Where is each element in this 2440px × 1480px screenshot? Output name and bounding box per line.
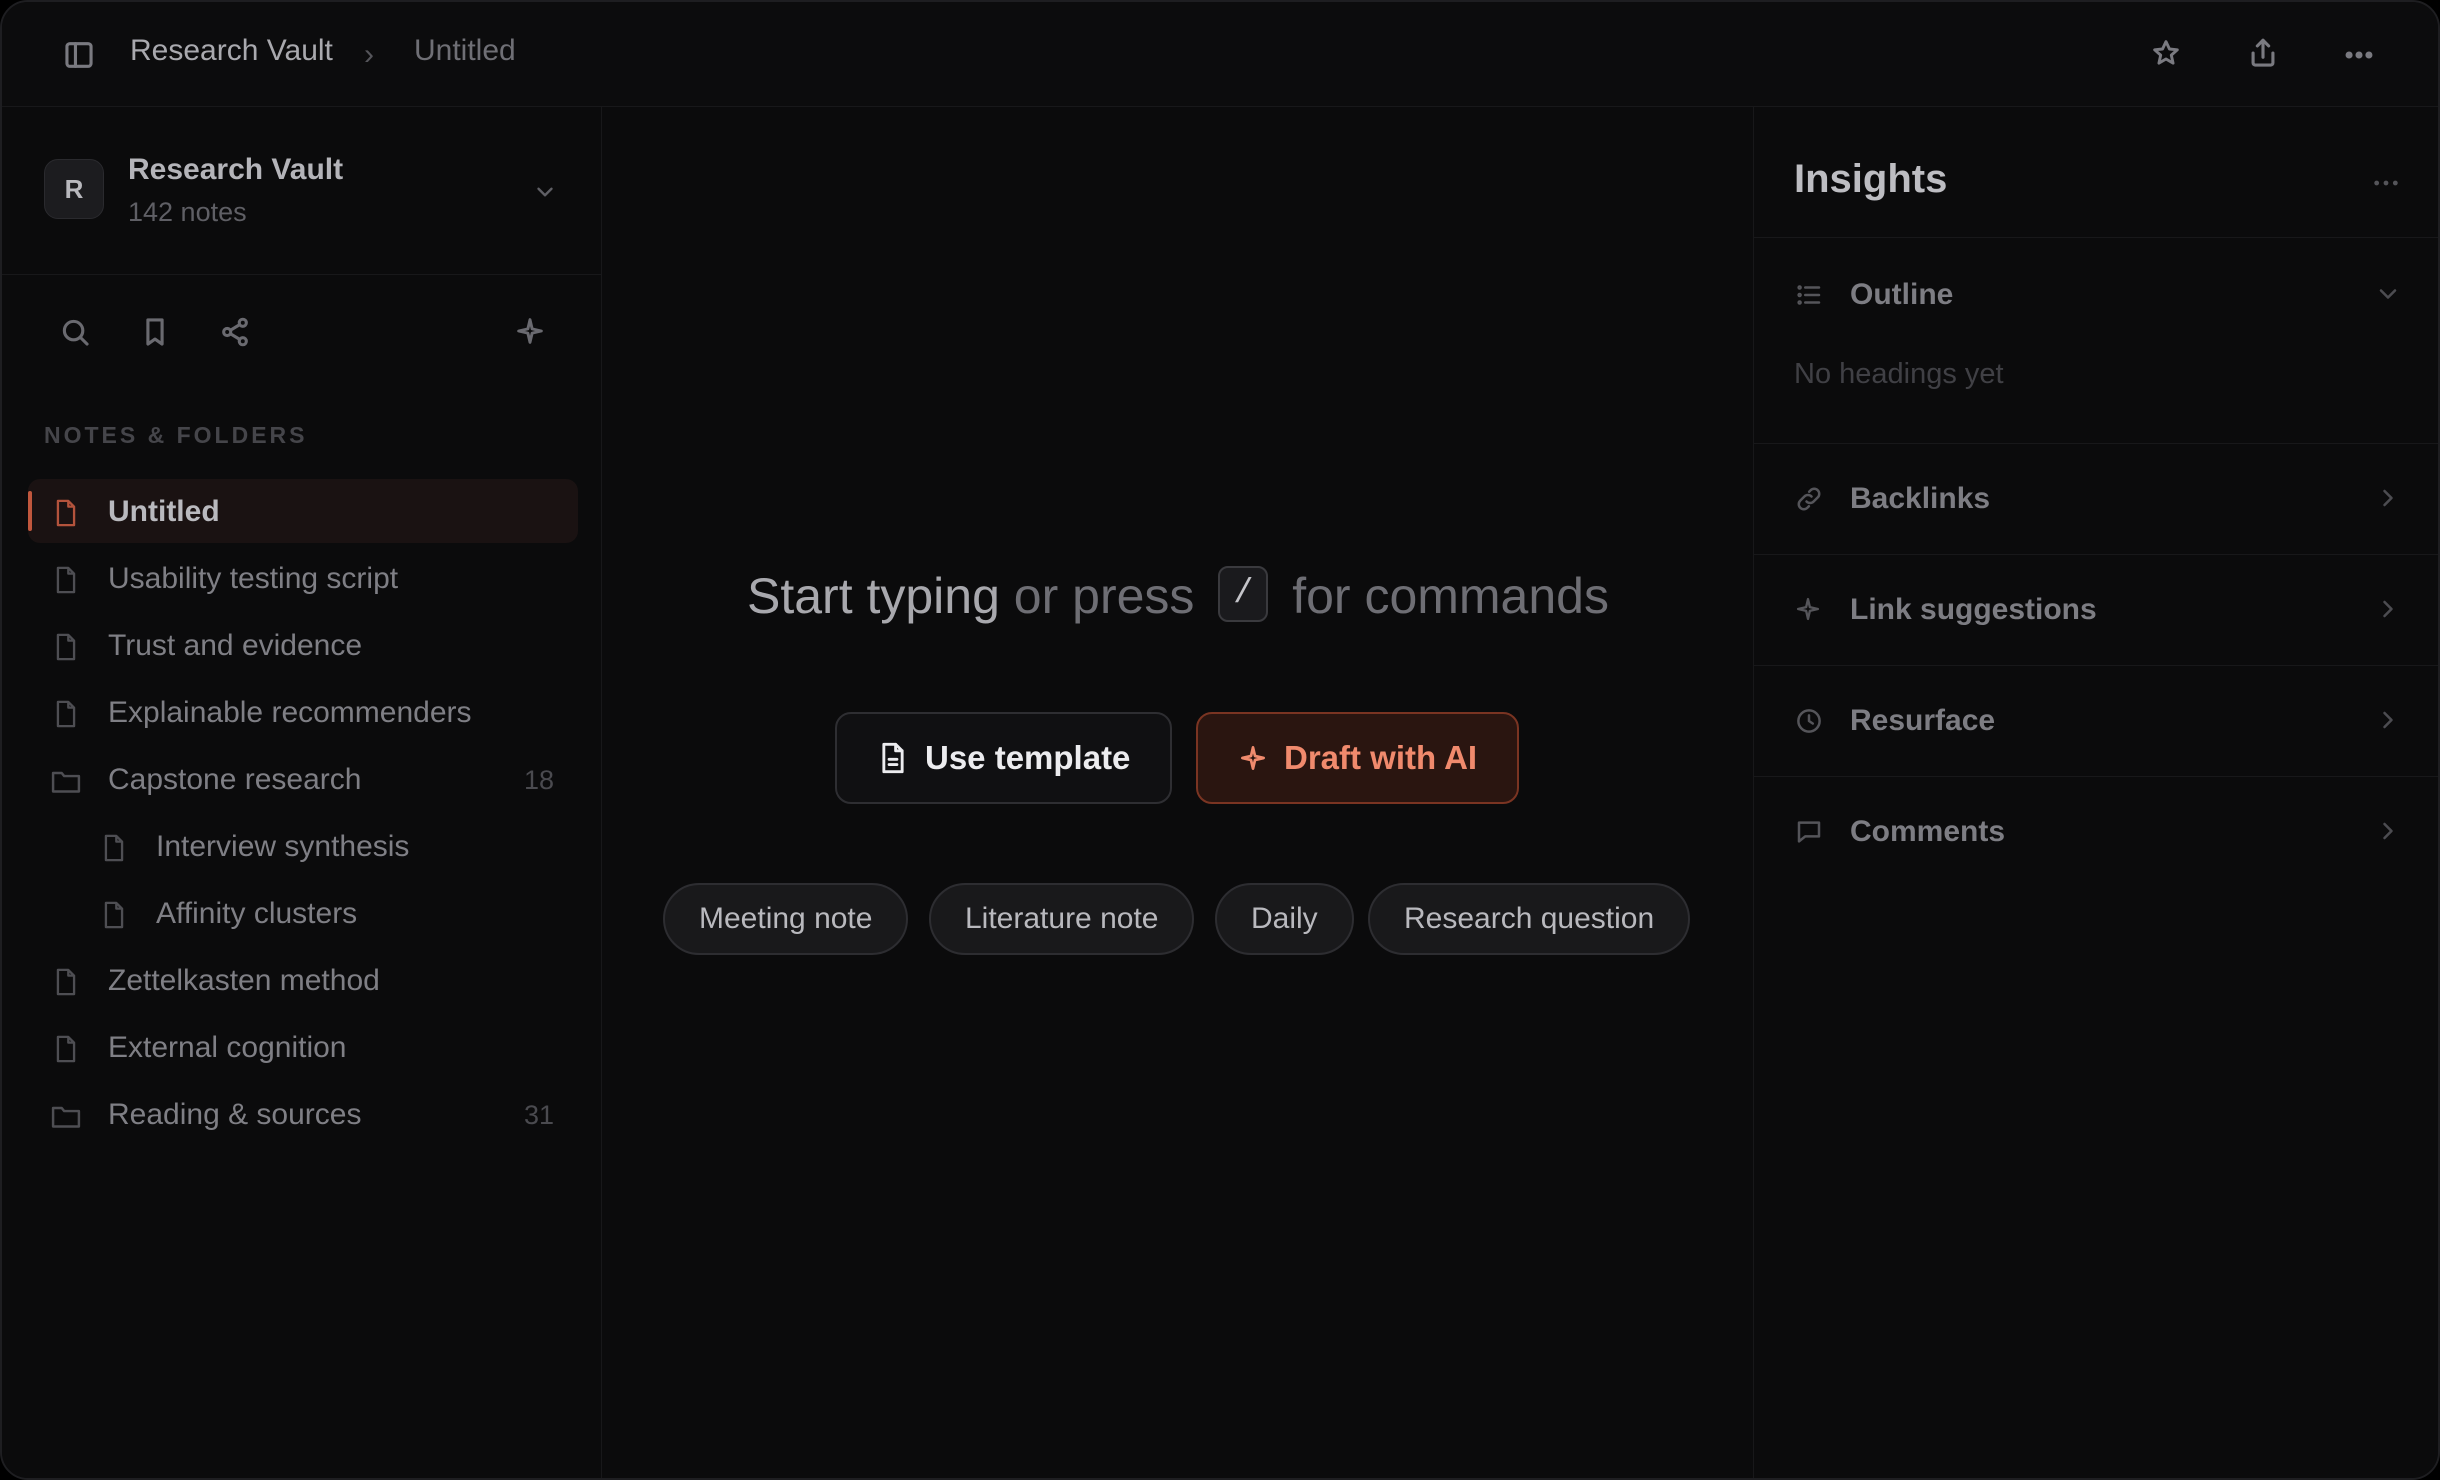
sparkle-icon (1794, 595, 1822, 628)
outline-section: Outline No headings yet (1754, 237, 2438, 443)
use-template-button[interactable]: Use template (835, 712, 1173, 804)
tree-item-label: Interview synthesis (156, 830, 410, 863)
folder-count-badge: 18 (523, 765, 554, 795)
chevron-right-icon[interactable] (2374, 706, 2402, 739)
chevron-right-icon[interactable] (2374, 817, 2402, 850)
prompt-or-press: or press (999, 568, 1209, 624)
chevron-right-icon[interactable] (2374, 595, 2402, 628)
breadcrumb-separator: › (364, 38, 374, 71)
more-icon[interactable] (2342, 38, 2376, 72)
comment-icon (1794, 817, 1824, 852)
tree-item-usability-testing-script[interactable]: Usability testing script (28, 546, 578, 610)
tree-item-label: Trust and evidence (108, 629, 363, 662)
tree-item-external-cognition[interactable]: External cognition (28, 1015, 578, 1079)
resurface-label: Resurface (1850, 704, 1996, 737)
draft-with-ai-label: Draft with AI (1284, 739, 1478, 776)
tree-item-capstone-research[interactable]: Capstone research 18 (28, 747, 578, 811)
share-icon[interactable] (2246, 36, 2280, 70)
tree-item-label: Reading & sources (108, 1098, 362, 1131)
sidebar: R Research Vault 142 notes NOTES & FOLDE… (2, 107, 602, 1478)
tree-item-label: Zettelkasten method (108, 964, 380, 997)
link-suggestions-section[interactable]: Link suggestions (1754, 554, 2438, 665)
insights-panel: Insights Outline No headings yet Backlin… (1753, 107, 2438, 1478)
folder-icon (50, 1101, 82, 1136)
template-chip-literature-note[interactable]: Literature note (929, 883, 1195, 955)
tree-item-label: Untitled (108, 495, 220, 528)
sidebar-toolbar (2, 275, 601, 385)
comments-section[interactable]: Comments (1754, 776, 2438, 887)
file-icon (52, 565, 80, 600)
vault-switcher[interactable]: R Research Vault 142 notes (2, 107, 601, 275)
link-icon (1794, 484, 1824, 519)
chevron-right-icon[interactable] (2374, 484, 2402, 517)
file-icon (52, 967, 80, 1002)
tree-item-label: External cognition (108, 1031, 347, 1064)
bookmark-icon[interactable] (138, 315, 172, 354)
backlinks-label: Backlinks (1850, 482, 1991, 515)
app-window: Research Vault › Untitled R Research Vau… (0, 0, 2440, 1480)
use-template-label: Use template (925, 739, 1131, 776)
chevron-down-icon[interactable] (532, 179, 558, 210)
star-icon[interactable] (2150, 37, 2182, 69)
slash-key: / (1218, 565, 1269, 622)
vault-note-count: 142 notes (128, 197, 247, 227)
tree-item-zettelkasten-method[interactable]: Zettelkasten method (28, 948, 578, 1012)
draft-with-ai-button[interactable]: Draft with AI (1196, 712, 1520, 804)
file-icon (52, 498, 80, 533)
vault-name: Research Vault (128, 153, 344, 186)
graph-share-icon[interactable] (218, 315, 252, 354)
link-suggestions-label: Link suggestions (1850, 593, 2097, 626)
empty-editor-prompt: Start typing or press / for commands (603, 565, 1753, 628)
file-icon (100, 833, 128, 868)
tree-item-interview-synthesis[interactable]: Interview synthesis (28, 814, 578, 878)
tree-item-affinity-clusters[interactable]: Affinity clusters (28, 881, 578, 945)
editor-area[interactable]: Start typing or press / for commands Use… (603, 107, 1753, 1478)
search-icon[interactable] (58, 315, 92, 354)
list-icon (1794, 280, 1824, 315)
more-icon[interactable] (2370, 167, 2402, 204)
sparkle-icon[interactable] (514, 315, 546, 352)
template-chip-research-question[interactable]: Research question (1368, 883, 1691, 955)
resurface-section[interactable]: Resurface (1754, 665, 2438, 776)
document-icon (877, 741, 909, 775)
tree-item-label: Affinity clusters (156, 897, 358, 930)
template-chip-meeting-note[interactable]: Meeting note (663, 883, 909, 955)
tree-item-trust-and-evidence[interactable]: Trust and evidence (28, 613, 578, 677)
comments-label: Comments (1850, 815, 2006, 848)
tree-item-reading-and-sources[interactable]: Reading & sources 31 (28, 1082, 578, 1146)
tree-item-label: Capstone research (108, 763, 362, 796)
prompt-start-typing: Start typing (747, 568, 1000, 624)
insights-title: Insights (1794, 157, 1948, 201)
template-chip-daily[interactable]: Daily (1215, 883, 1354, 955)
file-icon (52, 1034, 80, 1069)
tree-item-label: Usability testing script (108, 562, 399, 595)
prompt-for-commands: for commands (1278, 568, 1609, 624)
tree-item-untitled[interactable]: Untitled (28, 479, 578, 543)
top-bar: Research Vault › Untitled (2, 2, 2438, 107)
sparkle-icon (1238, 743, 1268, 773)
sidebar-toggle-icon[interactable] (62, 38, 96, 72)
chevron-down-icon[interactable] (2374, 280, 2402, 313)
breadcrumb-current[interactable]: Untitled (414, 34, 516, 68)
vault-avatar: R (44, 159, 104, 219)
tree-item-label: Explainable recommenders (108, 696, 472, 729)
file-icon (52, 632, 80, 667)
notes-section-label: NOTES & FOLDERS (44, 422, 308, 448)
file-icon (100, 900, 128, 935)
outline-label[interactable]: Outline (1850, 278, 1953, 312)
breadcrumb-vault[interactable]: Research Vault (130, 34, 333, 68)
file-icon (52, 699, 80, 734)
tree-item-explainable-recommenders[interactable]: Explainable recommenders (28, 680, 578, 744)
outline-empty-state: No headings yet (1794, 358, 2004, 390)
folder-count-badge: 31 (523, 1100, 554, 1130)
folder-icon (50, 766, 82, 801)
clock-icon (1794, 706, 1824, 741)
backlinks-section[interactable]: Backlinks (1754, 443, 2438, 554)
